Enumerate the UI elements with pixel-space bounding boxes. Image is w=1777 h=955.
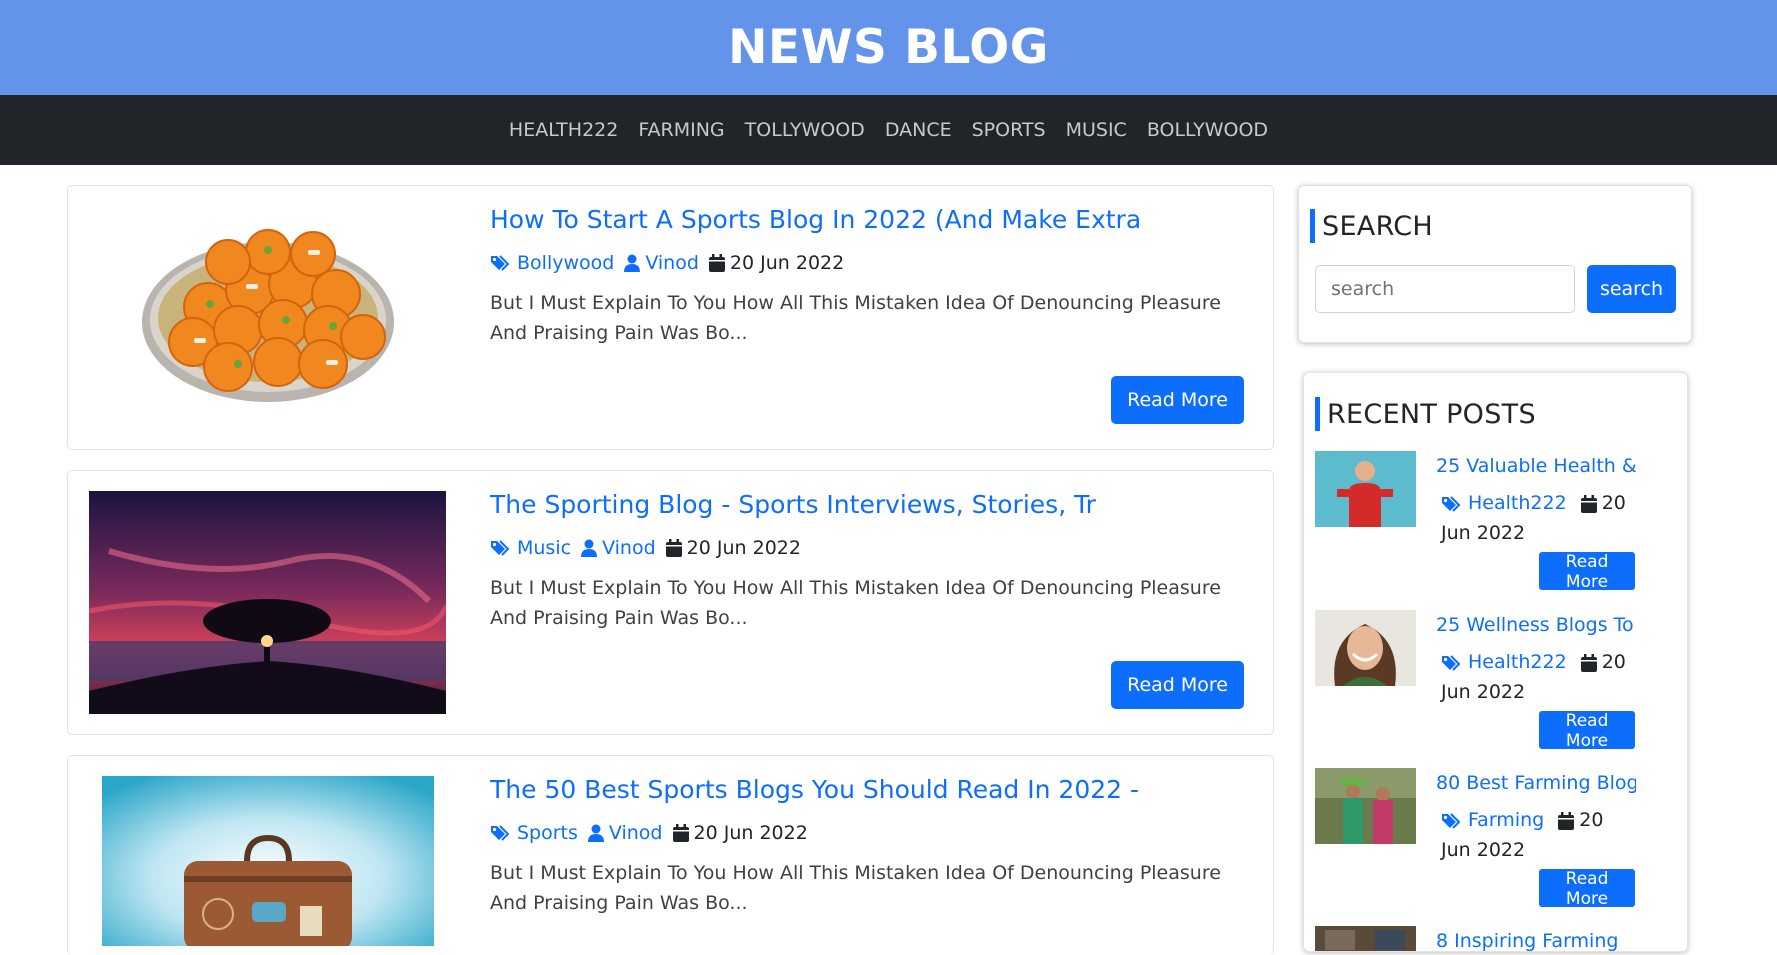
post-excerpt: But I Must Explain To You How All This M… bbox=[490, 862, 1221, 914]
user-icon bbox=[587, 824, 604, 842]
calendar-icon bbox=[708, 254, 725, 272]
recent-post-category-link[interactable]: Health222 bbox=[1468, 651, 1567, 673]
recent-post-thumbnail[interactable] bbox=[1315, 926, 1416, 951]
post-date: 20 Jun 2022 bbox=[686, 537, 801, 559]
read-more-button[interactable]: Read More bbox=[1111, 661, 1244, 709]
recent-post-title[interactable]: 80 Best Farming Blog bbox=[1436, 770, 1636, 796]
tags-icon bbox=[490, 824, 512, 842]
recent-posts-widget: RECENT POSTS 25 Valuable Health & Health… bbox=[1303, 372, 1688, 952]
post-title[interactable]: The Sporting Blog - Sports Interviews, S… bbox=[490, 487, 1250, 523]
recent-post-category-link[interactable]: Health222 bbox=[1468, 492, 1567, 514]
calendar-icon bbox=[672, 824, 689, 842]
tags-icon bbox=[1441, 812, 1463, 830]
category-nav: HEALTH222 FARMING TOLLYWOOD DANCE SPORTS… bbox=[0, 95, 1777, 165]
recent-post-meta: Health222 20 Jun 2022 bbox=[1436, 488, 1636, 548]
post-category-link[interactable]: Music bbox=[517, 535, 571, 561]
recent-post-meta: Farming 20 Jun 2022 bbox=[1436, 805, 1636, 865]
recent-posts-heading: RECENT POSTS bbox=[1315, 397, 1536, 431]
recent-post-info: 25 Wellness Blogs To Health222 20 Jun 20… bbox=[1436, 612, 1636, 707]
nav-item-tollywood[interactable]: TOLLYWOOD bbox=[745, 119, 865, 141]
recent-post-thumbnail[interactable] bbox=[1315, 610, 1416, 686]
post-author-link[interactable]: Vinod bbox=[645, 250, 699, 276]
recent-post-category-link[interactable]: Farming bbox=[1468, 809, 1544, 831]
post-meta: Music Vinod 20 Jun 2022 bbox=[490, 535, 1250, 561]
recent-post-info: 80 Best Farming Blog Farming 20 Jun 2022 bbox=[1436, 770, 1636, 865]
post-body: The 50 Best Sports Blogs You Should Read… bbox=[490, 772, 1250, 918]
calendar-icon bbox=[665, 539, 682, 557]
recent-post-title[interactable]: 8 Inspiring Farming bbox=[1436, 928, 1636, 951]
read-more-button[interactable]: Read More bbox=[1111, 376, 1244, 424]
post-excerpt: But I Must Explain To You How All This M… bbox=[490, 292, 1221, 344]
site-header: NEWS BLOG bbox=[0, 0, 1777, 95]
post-card: The Sporting Blog - Sports Interviews, S… bbox=[67, 470, 1274, 735]
recent-post-title[interactable]: 25 Valuable Health & bbox=[1436, 453, 1636, 479]
tags-icon bbox=[1441, 495, 1463, 513]
post-category-link[interactable]: Bollywood bbox=[517, 250, 614, 276]
post-meta: Sports Vinod 20 Jun 2022 bbox=[490, 820, 1250, 846]
nav-item-sports[interactable]: SPORTS bbox=[972, 119, 1046, 141]
nav-item-farming[interactable]: FARMING bbox=[638, 119, 724, 141]
search-button[interactable]: search bbox=[1587, 265, 1676, 313]
recent-post-info: 25 Valuable Health & Health222 20 Jun 20… bbox=[1436, 453, 1636, 548]
nav-item-bollywood[interactable]: BOLLYWOOD bbox=[1147, 119, 1268, 141]
calendar-icon bbox=[1558, 811, 1575, 830]
recent-post-title[interactable]: 25 Wellness Blogs To bbox=[1436, 612, 1636, 638]
post-date: 20 Jun 2022 bbox=[729, 252, 845, 274]
recent-posts-heading-label: RECENT POSTS bbox=[1327, 398, 1536, 430]
post-author-link[interactable]: Vinod bbox=[609, 820, 663, 846]
post-title[interactable]: How To Start A Sports Blog In 2022 (And … bbox=[490, 202, 1250, 238]
calendar-icon bbox=[1580, 653, 1597, 672]
post-card: How To Start A Sports Blog In 2022 (And … bbox=[67, 185, 1274, 450]
search-widget: SEARCH search bbox=[1298, 185, 1692, 343]
post-thumbnail-laddoo[interactable] bbox=[138, 212, 398, 412]
heading-accent-bar bbox=[1315, 397, 1320, 431]
tags-icon bbox=[1441, 654, 1463, 672]
user-icon bbox=[581, 539, 598, 557]
post-meta: Bollywood Vinod 20 Jun 2022 bbox=[490, 250, 1250, 276]
post-author-link[interactable]: Vinod bbox=[602, 535, 656, 561]
post-category-link[interactable]: Sports bbox=[517, 820, 578, 846]
recent-post-thumbnail[interactable] bbox=[1315, 451, 1416, 527]
post-body: The Sporting Blog - Sports Interviews, S… bbox=[490, 487, 1250, 633]
post-thumbnail-suitcase[interactable] bbox=[102, 776, 434, 946]
heading-accent-bar bbox=[1310, 209, 1315, 243]
post-thumbnail-sunset-tree[interactable] bbox=[89, 491, 446, 714]
tags-icon bbox=[490, 254, 512, 272]
post-date: 20 Jun 2022 bbox=[693, 822, 808, 844]
user-icon bbox=[624, 254, 641, 272]
recent-read-more-button[interactable]: Read More bbox=[1539, 552, 1635, 592]
recent-read-more-button[interactable]: Read More bbox=[1539, 869, 1635, 909]
search-heading-label: SEARCH bbox=[1322, 210, 1434, 242]
tags-icon bbox=[490, 539, 512, 557]
post-body: How To Start A Sports Blog In 2022 (And … bbox=[490, 202, 1250, 348]
search-heading: SEARCH bbox=[1310, 209, 1433, 243]
nav-item-music[interactable]: MUSIC bbox=[1066, 119, 1127, 141]
post-title[interactable]: The 50 Best Sports Blogs You Should Read… bbox=[490, 772, 1250, 808]
site-title: NEWS BLOG bbox=[728, 20, 1049, 75]
recent-post-thumbnail[interactable] bbox=[1315, 768, 1416, 844]
nav-item-health222[interactable]: HEALTH222 bbox=[509, 119, 618, 141]
calendar-icon bbox=[1580, 494, 1597, 513]
post-excerpt: But I Must Explain To You How All This M… bbox=[490, 577, 1221, 629]
nav-item-dance[interactable]: DANCE bbox=[885, 119, 952, 141]
recent-post-info: 8 Inspiring Farming bbox=[1436, 928, 1636, 951]
recent-post-meta: Health222 20 Jun 2022 bbox=[1436, 647, 1636, 707]
post-card: The 50 Best Sports Blogs You Should Read… bbox=[67, 755, 1274, 955]
recent-read-more-button[interactable]: Read More bbox=[1539, 711, 1635, 751]
search-input[interactable] bbox=[1315, 265, 1575, 313]
